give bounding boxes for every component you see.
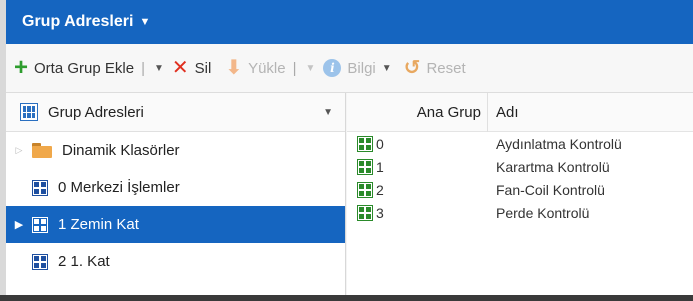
row-name: Karartma Kontrolü xyxy=(496,158,610,175)
tree-item-label: 1 Zemin Kat xyxy=(58,216,139,233)
panel-title[interactable]: Grup Adresleri xyxy=(22,13,133,31)
upload-label: Yükle xyxy=(248,59,286,77)
table-row[interactable]: 2 Fan-Coil Kontrolü xyxy=(347,178,693,201)
group-address-icon xyxy=(357,181,373,198)
delete-x-icon: ✕ xyxy=(171,57,189,79)
tree-item-ground-floor[interactable]: ▶ 1 Zemin Kat xyxy=(6,206,345,243)
tree-item-label: 0 Merkezi İşlemler xyxy=(58,179,180,196)
add-dropdown-icon[interactable]: ▼ xyxy=(154,63,164,74)
add-middle-group-button[interactable]: + Orta Grup Ekle xyxy=(14,56,134,80)
calendar-grid-icon xyxy=(20,103,38,121)
info-dropdown-icon[interactable]: ▼ xyxy=(382,63,392,74)
tree-item-label: 2 1. Kat xyxy=(58,253,110,270)
upload-dropdown-icon[interactable]: ▼ xyxy=(306,63,316,74)
bottom-border xyxy=(0,295,693,301)
tree-item-dynamic-folders[interactable]: ▷ Dinamik Klasörler xyxy=(6,132,345,169)
table-row[interactable]: 1 Karartma Kontrolü xyxy=(347,155,693,178)
reset-button[interactable]: ↺ Reset xyxy=(404,58,466,78)
group-address-icon xyxy=(357,135,373,152)
group-address-icon xyxy=(32,179,48,196)
tree-header-dropdown-icon[interactable]: ▼ xyxy=(323,107,333,118)
tree-header-label: Grup Adresleri xyxy=(48,103,144,121)
row-number: 0 xyxy=(376,135,384,152)
row-name: Perde Kontrolü xyxy=(496,204,590,221)
row-number: 1 xyxy=(376,158,384,175)
delete-button[interactable]: ✕ Sil xyxy=(172,58,211,78)
table-header: Ana Grup Adı xyxy=(347,92,693,132)
expand-arrow-icon[interactable]: ▷ xyxy=(6,145,32,156)
expand-arrow-icon[interactable]: ▶ xyxy=(6,218,32,231)
row-number: 3 xyxy=(376,204,384,221)
app-window: Grup Adresleri ▼ + Orta Grup Ekle | ▼ ✕ … xyxy=(6,0,693,301)
download-arrow-icon: ⬇ xyxy=(225,57,243,79)
table-row[interactable]: 0 Aydınlatma Kontrolü xyxy=(347,132,693,155)
info-label: Bilgi xyxy=(347,59,376,77)
toolbar-separator: | xyxy=(292,59,297,77)
tree-item-first-floor[interactable]: 2 1. Kat xyxy=(6,243,345,280)
plus-icon: + xyxy=(14,54,29,81)
tree-item-central-operations[interactable]: 0 Merkezi İşlemler xyxy=(6,169,345,206)
reset-label: Reset xyxy=(426,59,466,77)
title-dropdown-icon[interactable]: ▼ xyxy=(139,16,150,28)
info-icon: i xyxy=(323,59,342,77)
row-name: Aydınlatma Kontrolü xyxy=(496,135,622,152)
group-tree-panel: Grup Adresleri ▼ ▷ Dinamik Klasörler 0 M… xyxy=(6,93,346,301)
tree-header[interactable]: Grup Adresleri ▼ xyxy=(6,93,345,132)
group-table-panel: Ana Grup Adı 0 Aydınlatma Kontrolü 1 Kar… xyxy=(347,92,693,301)
table-row[interactable]: 3 Perde Kontrolü xyxy=(347,201,693,224)
title-bar: Grup Adresleri ▼ xyxy=(6,0,693,44)
upload-button[interactable]: ⬇ Yükle xyxy=(225,58,285,78)
add-middle-group-label: Orta Grup Ekle xyxy=(34,59,135,77)
row-name: Fan-Coil Kontrolü xyxy=(496,181,605,198)
info-button[interactable]: i Bilgi xyxy=(323,59,376,77)
group-address-icon xyxy=(357,204,373,221)
toolbar: + Orta Grup Ekle | ▼ ✕ Sil ⬇ Yükle | ▼ i… xyxy=(6,44,693,93)
column-header-main-group[interactable]: Ana Grup xyxy=(347,104,487,121)
tree-item-label: Dinamik Klasörler xyxy=(62,142,180,159)
group-address-icon xyxy=(32,253,48,270)
toolbar-separator: | xyxy=(141,59,145,77)
folder-icon xyxy=(32,143,52,158)
reset-icon: ↺ xyxy=(403,57,421,79)
row-number: 2 xyxy=(376,181,384,198)
column-header-name[interactable]: Adı xyxy=(496,104,519,121)
delete-label: Sil xyxy=(194,59,212,77)
group-address-icon xyxy=(357,158,373,175)
group-address-icon xyxy=(32,216,48,233)
